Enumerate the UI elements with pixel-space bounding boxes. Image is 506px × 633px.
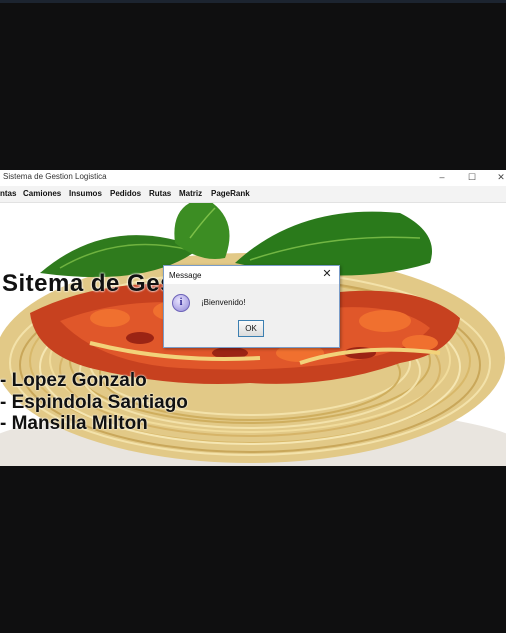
ok-button[interactable]: OK <box>238 320 264 337</box>
menu-camiones[interactable]: Camiones <box>23 189 61 198</box>
dialog-title: Message <box>169 271 202 280</box>
menu-insumos[interactable]: Insumos <box>69 189 102 198</box>
maximize-button[interactable]: ☐ <box>465 170 479 184</box>
message-dialog: Message ✕ i ¡Bienvenido! OK <box>163 265 340 348</box>
dialog-close-button[interactable]: ✕ <box>320 267 334 281</box>
menu-bar: ntas Camiones Insumos Pedidos Rutas Matr… <box>0 186 506 203</box>
author-name: - Mansilla Milton <box>0 413 148 434</box>
menu-matriz[interactable]: Matriz <box>179 189 202 198</box>
minimize-button[interactable]: – <box>435 170 449 184</box>
menu-pedidos[interactable]: Pedidos <box>110 189 141 198</box>
dialog-message: ¡Bienvenido! <box>201 298 246 307</box>
author-name: - Lopez Gonzalo <box>0 370 147 391</box>
menu-pagerank[interactable]: PageRank <box>211 189 250 198</box>
menu-ventas[interactable]: ntas <box>0 189 16 198</box>
information-icon: i <box>172 294 190 312</box>
close-button[interactable]: ✕ <box>494 170 506 184</box>
author-name: - Espindola Santiago <box>0 392 188 413</box>
menu-rutas[interactable]: Rutas <box>149 189 171 198</box>
title-bar: Sistema de Gestion Logistica – ☐ ✕ <box>0 170 506 186</box>
window-title: Sistema de Gestion Logistica <box>3 172 107 181</box>
top-edge-line <box>0 0 506 3</box>
dialog-title-bar: Message ✕ <box>164 266 339 284</box>
